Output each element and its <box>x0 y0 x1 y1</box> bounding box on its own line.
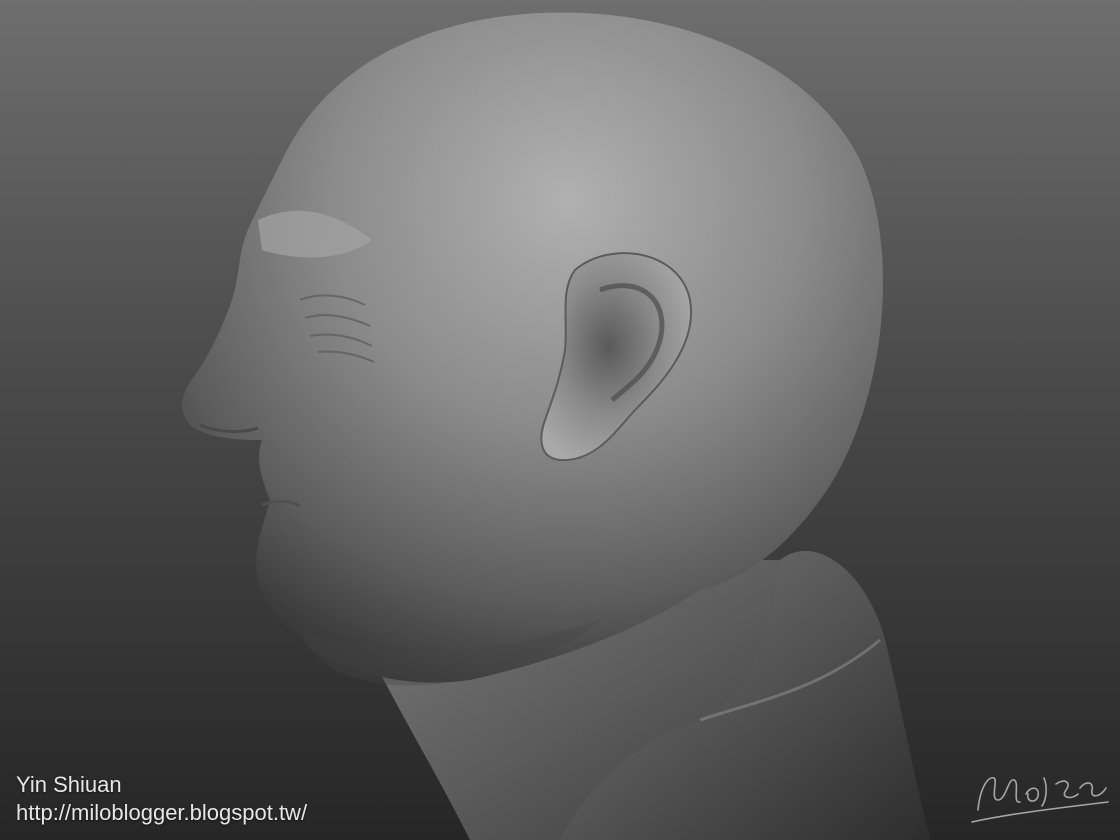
blog-url: http://miloblogger.blogspot.tw/ <box>16 800 308 825</box>
signature-mark <box>971 777 1109 823</box>
artist-name: Yin Shiuan <box>16 772 122 797</box>
clay-head-sculpt <box>182 12 930 840</box>
render-viewport: Yin Shiuan http://miloblogger.blogspot.t… <box>0 0 1120 840</box>
